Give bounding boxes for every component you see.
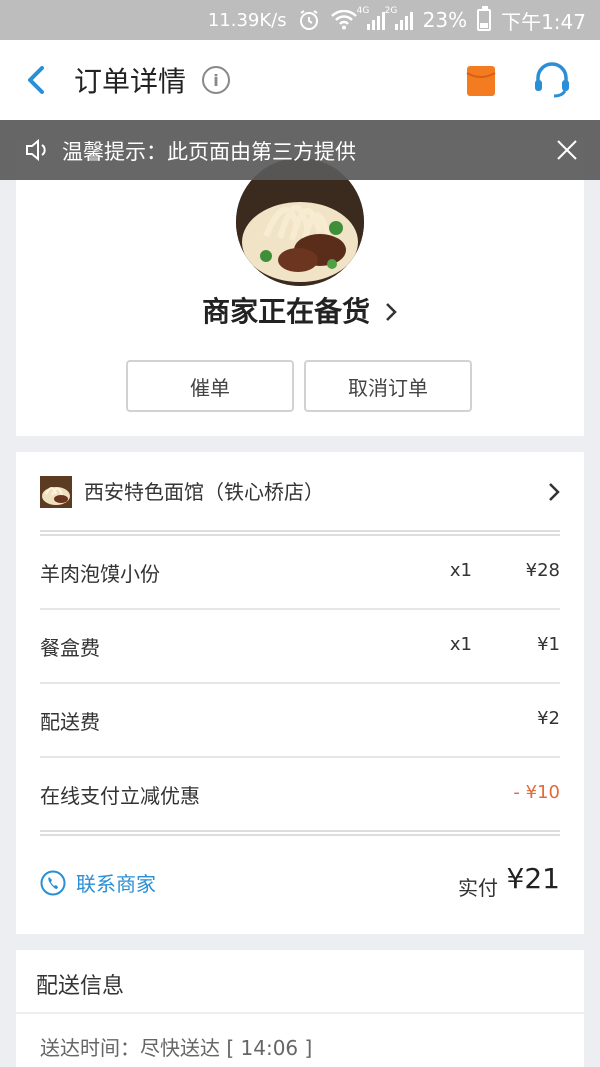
divider	[40, 830, 560, 836]
page-title: 订单详情	[74, 65, 187, 98]
order-item-row: 餐盒费 x1 ¥1	[16, 610, 584, 682]
summary-row: 联系商家 实付 ¥21	[16, 848, 584, 928]
shop-thumbnail	[40, 476, 72, 508]
item-quantity: x1	[449, 634, 472, 655]
signal-2g-icon: 2G	[385, 6, 413, 30]
delivery-time: 送达时间：尽快送达 [ 14:06 ]	[40, 1036, 313, 1060]
tip-text: 温馨提示：此页面由第三方提供	[62, 140, 356, 164]
item-price: ¥1	[537, 634, 560, 655]
item-name: 在线支付立减优惠	[40, 784, 200, 808]
close-icon[interactable]	[556, 139, 578, 161]
discount-row: 在线支付立减优惠 - ¥10	[16, 758, 584, 830]
cancel-order-button[interactable]: 取消订单	[304, 360, 472, 412]
customer-service-icon[interactable]	[532, 62, 572, 98]
discount-amount: - ¥10	[513, 782, 560, 803]
battery-icon	[477, 6, 492, 31]
order-status-text: 商家正在备货	[202, 295, 371, 328]
wifi-icon	[330, 10, 357, 30]
chevron-right-icon	[548, 482, 560, 502]
urge-order-button[interactable]: 催单	[126, 360, 294, 412]
delivery-title: 配送信息	[36, 974, 125, 999]
divider	[16, 1012, 584, 1014]
back-icon[interactable]	[22, 62, 52, 98]
contact-merchant-link[interactable]: 联系商家	[76, 868, 156, 897]
phone-icon[interactable]	[40, 870, 66, 896]
info-icon[interactable]: i	[202, 66, 230, 94]
paid-label: 实付	[458, 876, 498, 900]
net-speed: 11.39K/s	[207, 9, 287, 31]
speaker-icon	[24, 137, 50, 163]
delivery-info-card: 配送信息 送达时间：尽快送达 [ 14:06 ]	[16, 950, 584, 1067]
item-name: 配送费	[40, 710, 100, 734]
order-status-link[interactable]: 商家正在备货	[16, 290, 584, 330]
item-name: 餐盒费	[40, 636, 100, 660]
order-item-row: 配送费 ¥2	[16, 684, 584, 756]
signal-4g-label: 4G	[356, 6, 370, 16]
order-status-card: 商家正在备货 催单 取消订单	[16, 140, 584, 436]
clock: 下午1:47	[501, 9, 586, 34]
shop-row[interactable]: 西安特色面馆（铁心桥店）	[16, 452, 584, 528]
chevron-right-icon	[385, 303, 397, 321]
item-name: 羊肉泡馍小份	[40, 562, 160, 586]
order-detail-card: 西安特色面馆（铁心桥店） 羊肉泡馍小份 x1 ¥28 餐盒费 x1 ¥1 配送费…	[16, 452, 584, 934]
signal-4g-icon: 4G	[357, 6, 385, 30]
alarm-icon	[297, 8, 321, 32]
item-quantity: x1	[449, 560, 472, 581]
status-bar: 11.39K/s 4G 2G 23% 下午1:47	[0, 0, 600, 40]
paid-amount: ¥21	[506, 862, 560, 895]
item-price: ¥2	[537, 708, 560, 729]
nav-bar: 订单详情 i	[0, 40, 600, 120]
shop-name: 西安特色面馆（铁心桥店）	[84, 480, 324, 504]
item-price: ¥28	[525, 560, 560, 581]
red-envelope-icon[interactable]	[466, 65, 496, 97]
order-item-row: 羊肉泡馍小份 x1 ¥28	[16, 536, 584, 608]
signal-2g-label: 2G	[384, 6, 398, 16]
third-party-tip-banner: 温馨提示：此页面由第三方提供	[0, 120, 600, 180]
battery-percent: 23%	[422, 8, 468, 32]
